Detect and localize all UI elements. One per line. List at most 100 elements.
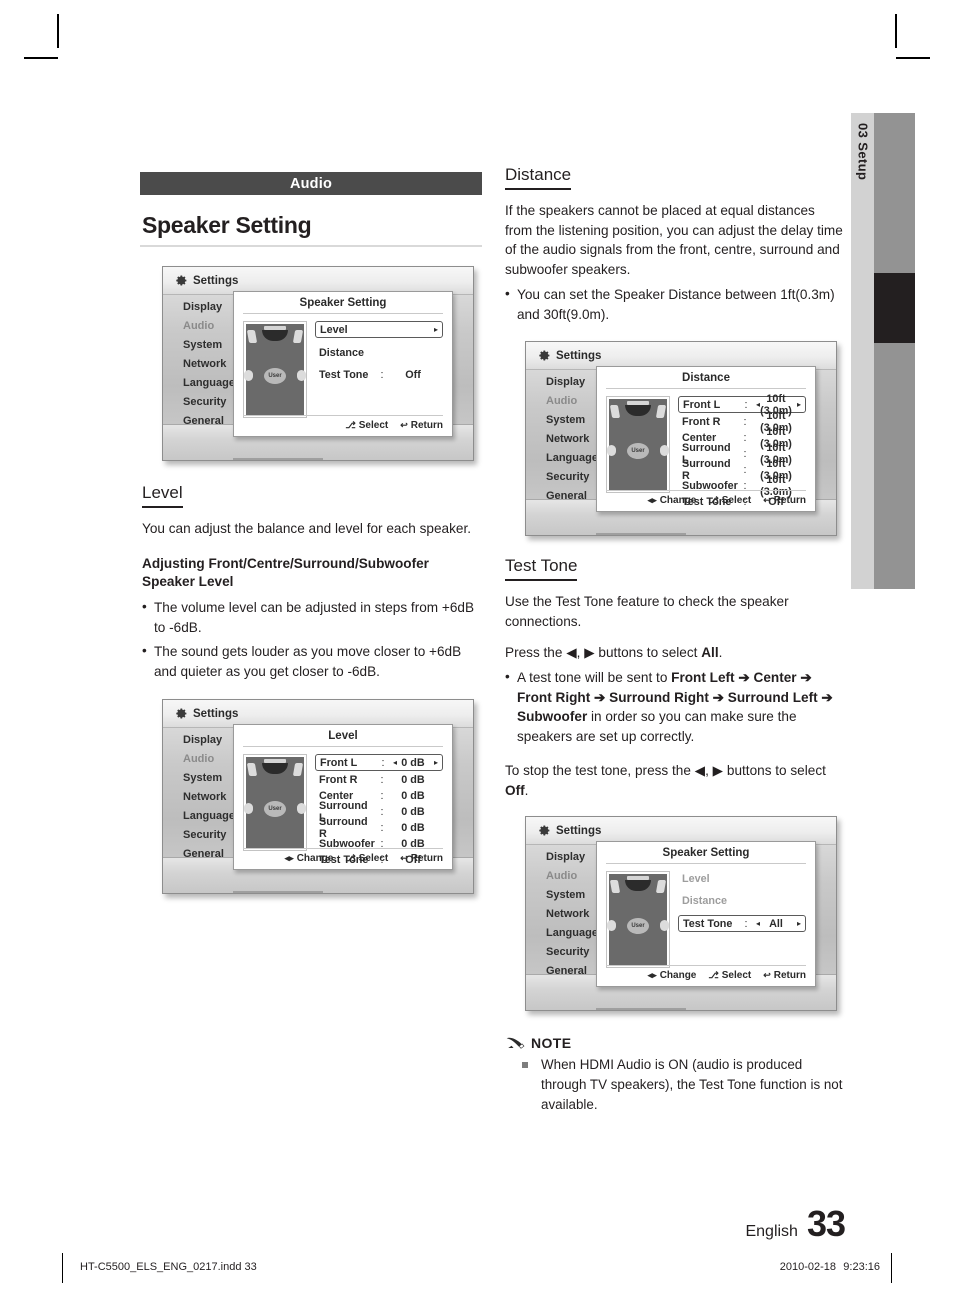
option-row-level[interactable]: Level ▸ <box>315 321 443 338</box>
dialog-title: Speaker Setting <box>243 292 443 314</box>
hint-label: Select <box>358 420 389 431</box>
option-colon: : <box>380 805 384 818</box>
option-row-distance[interactable]: Distance <box>315 345 443 360</box>
tv-menu-item-network[interactable]: Network <box>546 909 598 920</box>
heading-test-tone: Test Tone <box>505 556 578 582</box>
option-label: Distance <box>319 346 365 359</box>
option-left-arrow-icon[interactable]: ◂ <box>388 758 397 767</box>
tv-body: Display Audio System Network Language Securit… <box>163 724 473 894</box>
option-value: All <box>769 917 783 930</box>
print-footer-rule-left <box>62 1253 63 1283</box>
gear-icon <box>539 350 550 361</box>
option-label: Front L <box>683 398 721 411</box>
gear-icon <box>176 275 187 286</box>
speaker-layout-diagram: User <box>243 754 307 852</box>
tv-menu-item-system[interactable]: System <box>183 340 235 351</box>
option-colon: : <box>744 917 748 930</box>
tv-menu-item-display[interactable]: Display <box>546 377 598 388</box>
test-tone-paragraph-3: To stop the test tone, press the ◀, ▶ bu… <box>505 761 845 800</box>
option-row-surround-r[interactable]: Surround R: 0 dB <box>315 816 443 840</box>
option-row-test-tone[interactable]: Test Tone: ◂ All ▸ <box>678 915 806 933</box>
tv-menu-item-security[interactable]: Security <box>183 397 235 408</box>
option-right-arrow-icon[interactable]: ▸ <box>429 758 438 767</box>
dialog-title: Speaker Setting <box>606 842 806 865</box>
option-row-level[interactable]: Level <box>678 871 806 886</box>
front-left-speaker-icon <box>246 330 258 343</box>
dialog-distance: Distance User Front L: ◂ 10ft (3.0m) ▸ F… <box>596 366 816 513</box>
option-row-test-tone[interactable]: Test Tone: Off <box>315 367 443 382</box>
option-value: 0 dB <box>401 805 425 818</box>
left-column: Audio Speaker Setting Settings Display Au… <box>140 172 482 895</box>
print-footer-time: 9:23:16 <box>843 1261 880 1273</box>
tv-menu-item-system[interactable]: System <box>546 890 598 901</box>
option-right-arrow-icon[interactable]: ▸ <box>792 919 801 928</box>
dialog-content: User Level Distance Test Tone: ◂ All ▸ <box>597 864 815 969</box>
option-label: Front R <box>319 773 358 786</box>
tv-menu-item-network[interactable]: Network <box>546 434 598 445</box>
list-item: You can set the Speaker Distance between… <box>503 284 845 324</box>
tv-menu-item-system[interactable]: System <box>546 415 598 426</box>
tv-menu-item-system[interactable]: System <box>183 773 235 784</box>
tv-menu-item-audio[interactable]: Audio <box>183 754 235 765</box>
hint-return: ↩ Return <box>763 495 806 506</box>
option-value: 0 dB <box>401 821 425 834</box>
dialog-shadow-accent <box>233 458 323 460</box>
tv-menu-item-language[interactable]: Language <box>546 928 598 939</box>
select-glyph-icon: ⎇ <box>345 420 356 430</box>
level-subheading: Adjusting Front/Centre/Surround/Subwoofe… <box>142 555 429 590</box>
test-tone-paragraph-2: Press the ◀, ▶ buttons to select All. <box>505 643 845 663</box>
test-tone-bullet: A test tone will be sent to Front Left ➔… <box>503 667 845 746</box>
option-right-arrow-icon[interactable]: ▸ <box>429 325 438 334</box>
screenshot-speaker-setting-test-tone: Settings Display Audio System Network Langua… <box>525 816 837 1012</box>
tv-menu-item-audio[interactable]: Audio <box>183 321 235 332</box>
tv-menu-item-language[interactable]: Language <box>183 378 235 389</box>
distance-paragraph: If the speakers cannot be placed at equa… <box>505 203 843 277</box>
tv-menu-item-display[interactable]: Display <box>546 852 598 863</box>
option-left-arrow-icon[interactable]: ◂ <box>751 400 760 409</box>
option-row-front-r[interactable]: Front R: 0 dB <box>315 772 443 787</box>
level-bullet-list: The volume level can be adjusted in step… <box>140 597 482 681</box>
front-right-speaker-icon <box>655 405 667 419</box>
print-footer-date: 2010-02-18 <box>779 1261 836 1273</box>
tv-menu-item-audio[interactable]: Audio <box>546 871 598 882</box>
page-title: Speaker Setting <box>142 212 312 238</box>
select-glyph-icon: ⎇ <box>708 495 719 506</box>
dialog-hints: ◂▸ Change ⎇ Select ↩ Return <box>243 848 443 864</box>
option-colon: : <box>743 415 747 428</box>
tv-menu-item-display[interactable]: Display <box>183 735 235 746</box>
tv-menu-item-security[interactable]: Security <box>183 830 235 841</box>
option-colon: : <box>380 789 384 802</box>
tv-window-title: Settings <box>556 349 602 362</box>
speaker-layout-diagram: User <box>606 396 670 494</box>
tv-menu-item-language[interactable]: Language <box>546 453 598 464</box>
option-label: Surround R <box>682 457 731 482</box>
tv-menu-item-network[interactable]: Network <box>183 792 235 803</box>
dialog-content: User Level ▸ Distance Test Tone: Off <box>234 314 452 418</box>
option-left-arrow-icon[interactable]: ◂ <box>751 919 760 928</box>
section-bar-audio: Audio <box>140 172 482 195</box>
screenshot-level: Settings Display Audio System Network Langua… <box>162 699 474 895</box>
option-row-distance[interactable]: Distance <box>678 893 806 908</box>
tv-menu-item-security[interactable]: Security <box>546 947 598 958</box>
title-rule <box>140 245 482 247</box>
sofa-icon <box>262 763 288 775</box>
option-colon: : <box>743 463 747 476</box>
tv-menu-item-security[interactable]: Security <box>546 472 598 483</box>
print-footer: HT-C5500_ELS_ENG_0217.indd 33 2010-02-18… <box>0 1253 954 1285</box>
hint-select: ⎇ Select <box>345 853 388 864</box>
option-right-arrow-icon[interactable]: ▸ <box>792 400 801 409</box>
hint-label: Return <box>410 420 443 431</box>
crop-mark-tl-h <box>24 57 58 59</box>
side-tab-bar <box>874 113 915 589</box>
surround-right-speaker-icon <box>660 445 669 457</box>
option-colon: : <box>381 756 385 769</box>
tv-menu-item-audio[interactable]: Audio <box>546 396 598 407</box>
dialog-hints: ◂▸ Change ⎇ Select ↩ Return <box>606 965 806 981</box>
change-glyph-icon: ◂▸ <box>647 970 657 981</box>
surround-right-speaker-icon <box>660 920 669 932</box>
option-label: Test Tone <box>683 917 733 930</box>
tv-menu-item-network[interactable]: Network <box>183 359 235 370</box>
option-row-front-l[interactable]: Front L: ◂ 0 dB ▸ <box>315 754 443 772</box>
tv-menu-item-language[interactable]: Language <box>183 811 235 822</box>
tv-menu-item-display[interactable]: Display <box>183 302 235 313</box>
